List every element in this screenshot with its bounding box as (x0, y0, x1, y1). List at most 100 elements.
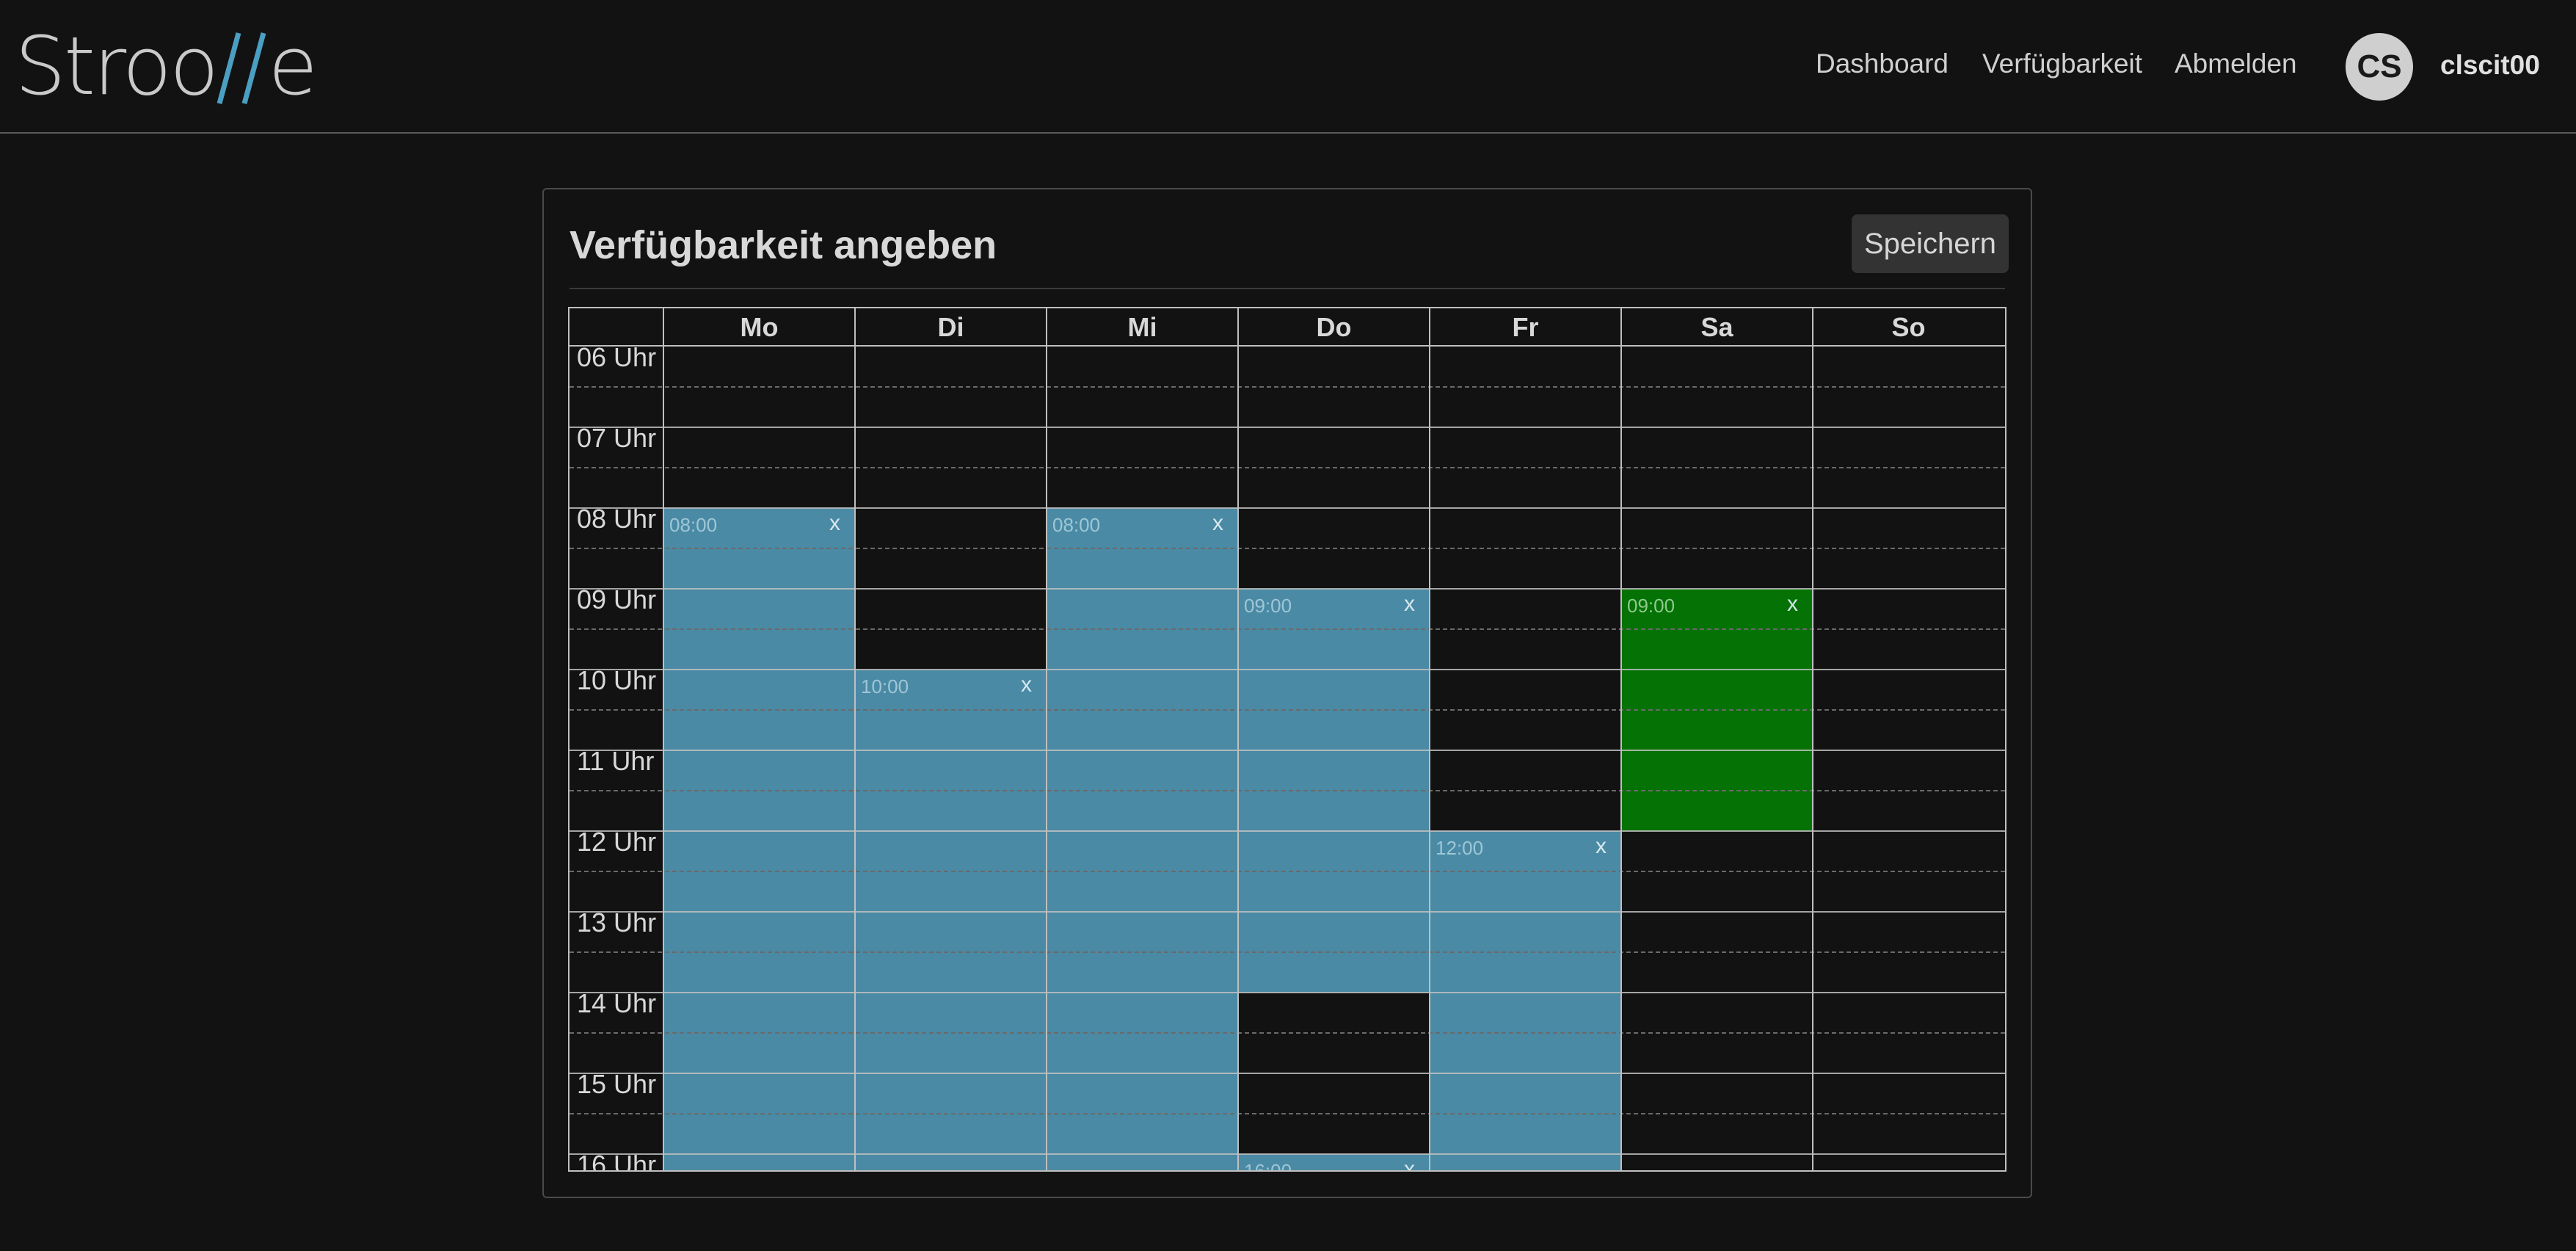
time-slot-cell[interactable] (1430, 387, 1621, 427)
time-slot-cell[interactable] (1813, 670, 2004, 710)
availability-block[interactable]: 09:00 x (1621, 589, 1813, 831)
time-slot-cell[interactable] (1430, 548, 1621, 589)
time-slot-cell[interactable] (1621, 548, 1813, 589)
time-slot-cell[interactable] (663, 427, 855, 468)
time-slot-cell[interactable] (1813, 468, 2004, 508)
time-slot-cell[interactable] (1813, 871, 2004, 912)
remove-block-icon[interactable]: x (1212, 511, 1223, 536)
time-slot-cell[interactable] (855, 548, 1047, 589)
remove-block-icon[interactable]: x (1596, 834, 1607, 859)
time-slot-cell[interactable] (1238, 347, 1430, 387)
time-slot-cell[interactable] (1238, 427, 1430, 468)
remove-block-icon[interactable]: x (1021, 672, 1032, 697)
avatar[interactable]: CS (2346, 33, 2413, 101)
username-label[interactable]: clscit00 (2440, 50, 2540, 81)
time-slot-cell[interactable] (1047, 468, 1238, 508)
time-slot-cell[interactable] (1430, 791, 1621, 831)
availability-calendar[interactable]: Mo Di Mi Do Fr Sa So 06 Uhr 07 Uhr 08 Uhr 09 Uhr 10… (568, 307, 2006, 1172)
stroodle-logo[interactable]: Stroo e (15, 22, 318, 110)
time-slot-cell[interactable] (1813, 750, 2004, 791)
save-button[interactable]: Speichern (1852, 214, 2009, 273)
page-title: Verfügbarkeit angeben (570, 223, 997, 267)
time-slot-cell[interactable] (1430, 508, 1621, 548)
time-slot-cell[interactable] (855, 427, 1047, 468)
time-slot-cell[interactable] (1430, 670, 1621, 710)
block-start-time: 12:00 (1436, 837, 1484, 859)
time-slot-cell[interactable] (1430, 347, 1621, 387)
time-slot-cell[interactable] (1621, 1114, 1813, 1154)
time-slot-cell[interactable] (1813, 1033, 2004, 1073)
time-slot-cell[interactable] (1047, 347, 1238, 387)
time-slot-cell[interactable] (1813, 791, 2004, 831)
remove-block-icon[interactable]: x (1404, 592, 1415, 617)
availability-block[interactable]: 08:00 x (1047, 508, 1238, 1170)
time-slot-cell[interactable] (1430, 427, 1621, 468)
time-slot-cell[interactable] (1238, 993, 1430, 1033)
time-slot-cell[interactable] (855, 629, 1047, 670)
nav-dashboard-link[interactable]: Dashboard (1816, 48, 1949, 79)
time-slot-cell[interactable] (1621, 871, 1813, 912)
remove-block-icon[interactable]: x (1787, 592, 1798, 617)
availability-block[interactable]: 10:00 x (855, 670, 1047, 1170)
time-slot-cell[interactable] (855, 589, 1047, 629)
time-slot-cell[interactable] (1813, 710, 2004, 750)
time-slot-cell[interactable] (1813, 347, 2004, 387)
time-slot-cell[interactable] (1621, 508, 1813, 548)
time-slot-cell[interactable] (1621, 993, 1813, 1033)
time-slot-cell[interactable] (1621, 1033, 1813, 1073)
time-slot-cell[interactable] (1813, 993, 2004, 1033)
time-slot-cell[interactable] (1813, 1114, 2004, 1154)
nav-logout-link[interactable]: Abmelden (2175, 48, 2297, 79)
time-slot-cell[interactable] (1621, 831, 1813, 871)
time-slot-cell[interactable] (1238, 508, 1430, 548)
remove-block-icon[interactable]: x (829, 511, 840, 536)
time-slot-cell[interactable] (1238, 1033, 1430, 1073)
time-slot-cell[interactable] (1430, 468, 1621, 508)
remove-block-icon[interactable]: x (1404, 1157, 1415, 1170)
availability-block[interactable]: 16:00 x (1238, 1154, 1430, 1172)
availability-block[interactable]: 12:00 x (1430, 831, 1621, 1170)
time-slot-cell[interactable] (1047, 387, 1238, 427)
nav-availability-link[interactable]: Verfügbarkeit (1982, 48, 2142, 79)
time-slot-cell[interactable] (1238, 1073, 1430, 1114)
time-slot-cell[interactable] (1047, 427, 1238, 468)
time-slot-cell[interactable] (1621, 468, 1813, 508)
time-slot-cell[interactable] (1813, 952, 2004, 993)
time-slot-cell[interactable] (1238, 1114, 1430, 1154)
time-slot-cell[interactable] (855, 468, 1047, 508)
time-slot-cell[interactable] (663, 387, 855, 427)
time-slot-cell[interactable] (1430, 629, 1621, 670)
time-slot-cell[interactable] (1813, 548, 2004, 589)
time-slot-cell[interactable] (1238, 387, 1430, 427)
time-slot-cell[interactable] (1813, 508, 2004, 548)
time-slot-cell[interactable] (1813, 831, 2004, 871)
time-slot-cell[interactable] (1621, 347, 1813, 387)
time-slot-cell[interactable] (1813, 589, 2004, 629)
time-slot-cell[interactable] (663, 347, 855, 387)
time-slot-cell[interactable] (1813, 1154, 2004, 1170)
time-slot-cell[interactable] (1621, 387, 1813, 427)
time-slot-cell[interactable] (1621, 427, 1813, 468)
availability-block[interactable]: 09:00 x (1238, 589, 1430, 993)
time-slot-cell[interactable] (1813, 629, 2004, 670)
time-slot-cell[interactable] (1621, 1154, 1813, 1170)
time-slot-cell[interactable] (1621, 952, 1813, 993)
block-start-time: 16:00 (1244, 1160, 1292, 1172)
time-slot-cell[interactable] (855, 508, 1047, 548)
time-slot-cell[interactable] (663, 468, 855, 508)
block-start-time: 08:00 (1052, 514, 1101, 536)
time-slot-cell[interactable] (1430, 589, 1621, 629)
time-slot-cell[interactable] (1813, 387, 2004, 427)
time-slot-cell[interactable] (1621, 912, 1813, 952)
time-slot-cell[interactable] (1621, 1073, 1813, 1114)
time-slot-cell[interactable] (1813, 912, 2004, 952)
time-slot-cell[interactable] (1238, 468, 1430, 508)
time-slot-cell[interactable] (1430, 710, 1621, 750)
time-slot-cell[interactable] (1238, 548, 1430, 589)
time-slot-cell[interactable] (1813, 1073, 2004, 1114)
time-slot-cell[interactable] (1813, 427, 2004, 468)
time-slot-cell[interactable] (1430, 750, 1621, 791)
time-slot-cell[interactable] (855, 347, 1047, 387)
availability-block[interactable]: 08:00 x (663, 508, 855, 1170)
time-slot-cell[interactable] (855, 387, 1047, 427)
